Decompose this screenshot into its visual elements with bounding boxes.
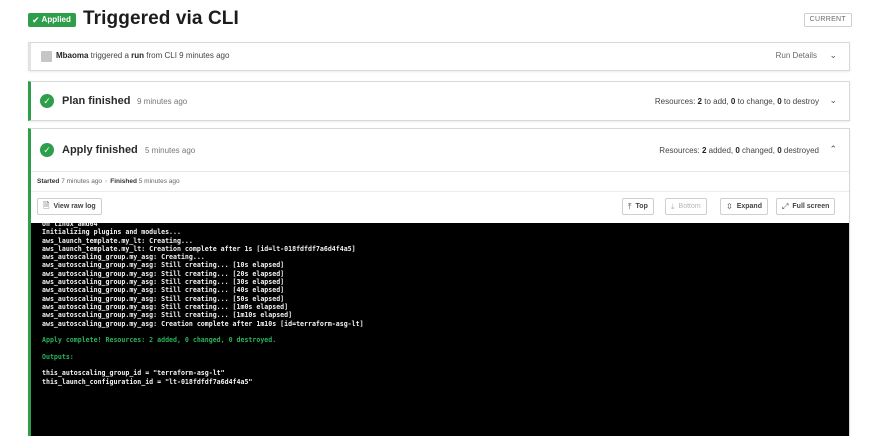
- expand-label: Expand: [736, 203, 762, 210]
- run-details-label[interactable]: Run Details: [776, 51, 817, 60]
- plan-destroy-label: to destroy: [781, 97, 819, 106]
- document-icon: 🗎: [43, 200, 50, 210]
- log-line: Apply complete! Resources: 2 added, 0 ch…: [42, 336, 277, 345]
- chevron-down-icon[interactable]: ⌄: [829, 50, 837, 61]
- apply-title: Apply finished: [62, 144, 138, 156]
- trigger-text-b: from CLI 9 minutes ago: [144, 51, 230, 60]
- log-line: aws_autoscaling_group.my_asg: Still crea…: [42, 261, 285, 270]
- arrow-to-top-icon: ⤒: [628, 201, 632, 211]
- expand-button[interactable]: ⇳ Expand: [720, 198, 768, 215]
- apply-panel: ✓ Apply finished 5 minutes ago Resources…: [28, 128, 850, 436]
- apply-resources: Resources: 2 added, 0 changed, 0 destroy…: [659, 146, 819, 155]
- plan-resources: Resources: 2 to add, 0 to change, 0 to d…: [655, 97, 819, 106]
- log-line: Initializing plugins and modules...: [42, 228, 181, 237]
- log-line: aws_autoscaling_group.my_asg: Still crea…: [42, 269, 285, 278]
- top-label: Top: [635, 203, 648, 210]
- apply-destroyed-label: destroyed: [781, 146, 819, 155]
- log-line: aws_autoscaling_group.my_asg: Still crea…: [42, 311, 293, 320]
- scroll-bottom-button[interactable]: ⤓ Bottom: [665, 198, 707, 215]
- plan-panel[interactable]: ✓ Plan finished 9 minutes ago Resources:…: [28, 81, 850, 121]
- apply-time: 5 minutes ago: [145, 146, 196, 155]
- log-line: this_autoscaling_group_id = "terraform-a…: [42, 369, 225, 378]
- apply-added-label: added,: [706, 146, 736, 155]
- plan-resources-prefix: Resources:: [654, 97, 698, 106]
- log-line: Outputs:: [42, 352, 74, 361]
- view-raw-log-button[interactable]: 🗎 View raw log: [37, 198, 102, 215]
- success-check-icon: ✓: [40, 143, 54, 157]
- success-check-icon: ✓: [40, 94, 54, 108]
- arrow-to-bottom-icon: ⤓: [671, 201, 675, 211]
- plan-time: 9 minutes ago: [137, 97, 188, 106]
- log-line: aws_autoscaling_group.my_asg: Creation c…: [42, 319, 364, 328]
- plan-title: Plan finished: [62, 95, 131, 107]
- full-screen-label: Full screen: [792, 203, 830, 210]
- apply-resources-prefix: Resources:: [659, 146, 702, 155]
- current-badge: CURRENT: [803, 13, 852, 27]
- status-badge: ✔ Applied: [28, 13, 76, 27]
- log-line: aws_autoscaling_group.my_asg: Still crea…: [42, 278, 285, 287]
- trigger-run-word: run: [131, 51, 145, 60]
- log-line: this_launch_configuration_id = "lt-018fd…: [42, 377, 253, 386]
- divider: [31, 191, 849, 192]
- chevron-up-icon[interactable]: ⌃: [829, 144, 837, 155]
- fullscreen-icon: ⤢: [782, 201, 789, 211]
- log-line: aws_autoscaling_group.my_asg: Creating..…: [42, 253, 205, 262]
- log-line: aws_autoscaling_group.my_asg: Still crea…: [42, 286, 285, 295]
- log-line: aws_launch_template.my_lt: Creating...: [42, 236, 193, 245]
- apply-changed-label: changed,: [739, 146, 778, 155]
- arrow-right-icon: ›: [105, 178, 108, 185]
- apply-timing: Started 7 minutes ago › Finished 5 minutes…: [37, 178, 180, 185]
- trigger-panel[interactable]: Mbaoma triggered a run from CLI 9 minute…: [28, 42, 850, 71]
- full-screen-button[interactable]: ⤢ Full screen: [776, 198, 836, 215]
- trigger-user: Mbaoma: [56, 51, 89, 60]
- check-icon: ✔: [32, 15, 40, 25]
- plan-add-label: to add,: [702, 97, 731, 106]
- status-badge-label: Applied: [41, 15, 71, 24]
- run-header: ✔ Applied Triggered via CLI CURRENT: [28, 8, 852, 34]
- trigger-text-a: triggered a: [88, 51, 132, 60]
- trigger-description: Mbaoma triggered a run from CLI 9 minute…: [56, 51, 229, 60]
- log-line: aws_autoscaling_group.my_asg: Still crea…: [42, 302, 289, 311]
- started-label: Started: [37, 178, 60, 185]
- page-title: Triggered via CLI: [83, 8, 239, 29]
- plan-change-label: to change,: [735, 97, 778, 106]
- expand-icon: ⇳: [726, 202, 733, 211]
- avatar: [41, 51, 52, 62]
- finished-label: Finished: [110, 178, 137, 185]
- scroll-top-button[interactable]: ⤒ Top: [622, 198, 654, 215]
- started-time: 7 minutes ago: [59, 178, 103, 185]
- divider: [31, 171, 849, 172]
- view-raw-log-label: View raw log: [53, 203, 96, 210]
- log-line: aws_launch_template.my_lt: Creation comp…: [42, 244, 356, 253]
- bottom-label: Bottom: [678, 203, 701, 210]
- chevron-down-icon[interactable]: ⌄: [829, 95, 837, 106]
- log-terminal[interactable]: on linux_amd64 Initializing plugins and m…: [31, 223, 849, 436]
- log-line: aws_autoscaling_group.my_asg: Still crea…: [42, 294, 285, 303]
- finished-time: 5 minutes ago: [136, 178, 180, 185]
